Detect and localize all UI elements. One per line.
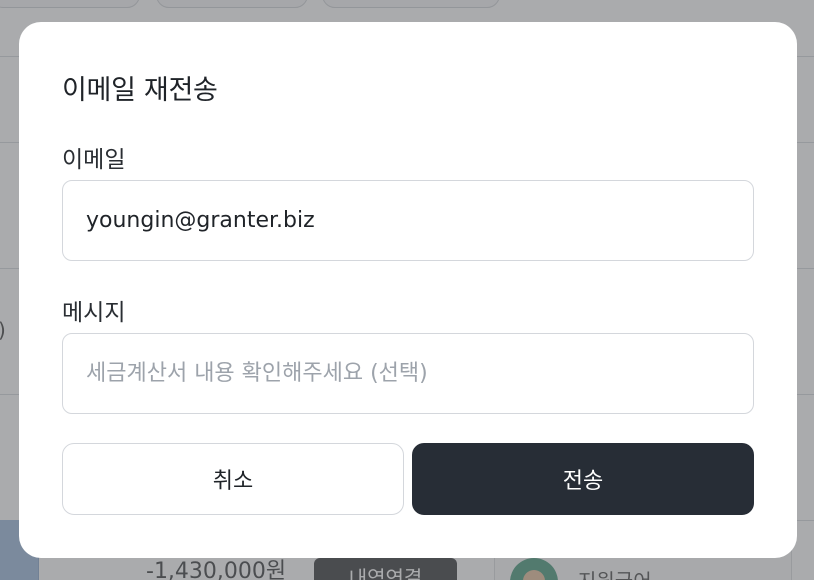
email-label: 이메일 (62, 147, 126, 173)
message-label: 메시지 (62, 300, 126, 326)
background-person-name: 지원국어 (578, 565, 652, 580)
email-field[interactable] (62, 180, 754, 261)
background-text: ) (0, 318, 6, 342)
background-pill (0, 0, 140, 8)
resend-email-dialog: 이메일 재전송 이메일 메시지 취소 전송 (19, 22, 797, 558)
background-pill (322, 0, 500, 8)
send-button[interactable]: 전송 (412, 443, 754, 515)
screen: ) -1,430,000원 내역연결 지원국어 이메일 재전송 이메일 메시지 … (0, 0, 814, 580)
dialog-title: 이메일 재전송 (62, 75, 218, 106)
background-link-button: 내역연결 (314, 558, 457, 580)
message-field[interactable] (62, 333, 754, 414)
background-pill (156, 0, 308, 8)
cancel-button[interactable]: 취소 (62, 443, 404, 515)
